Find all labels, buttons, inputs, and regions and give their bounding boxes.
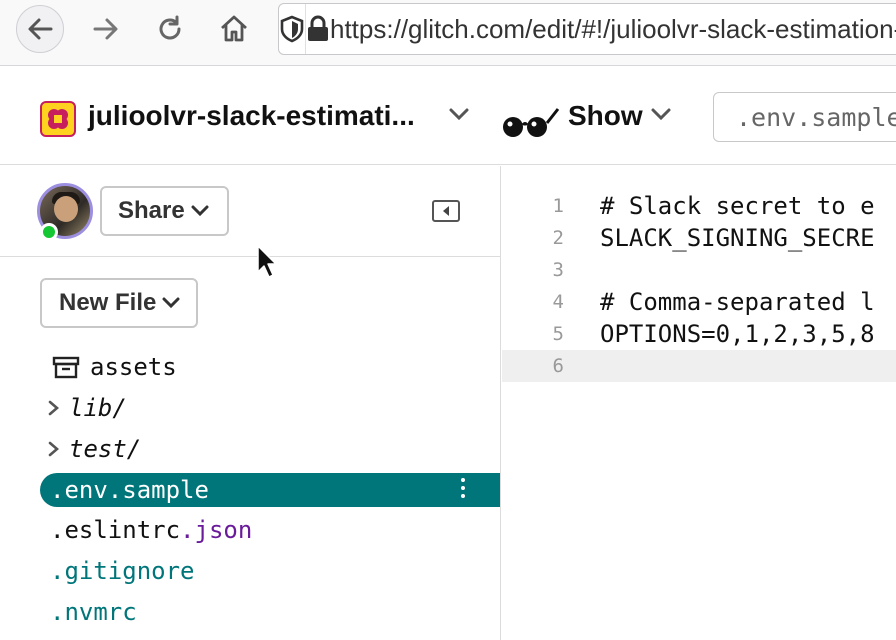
reload-button[interactable] [146, 5, 194, 53]
file-tree-item-eslintrc[interactable]: .eslintrc .json [40, 513, 500, 547]
more-options-icon[interactable] [461, 478, 465, 498]
divider [0, 256, 500, 257]
url-text: https://glitch.com/edit/#!/julioolvr-sla… [330, 13, 896, 44]
show-button[interactable]: Show [568, 100, 643, 132]
file-tree-item-gitignore[interactable]: .gitignore [40, 554, 500, 588]
sunglasses-icon[interactable] [500, 105, 560, 141]
line-number: 5 [552, 323, 564, 345]
assets-box-icon [52, 356, 80, 379]
line-number: 6 [552, 355, 564, 377]
file-name: .nvmrc [50, 598, 137, 626]
tracking-protection-button[interactable] [279, 4, 306, 54]
address-bar[interactable]: https://glitch.com/edit/#!/julioolvr-sla… [278, 3, 896, 55]
code-line[interactable]: 5 OPTIONS=0,1,2,3,5,8 [502, 318, 896, 350]
collapse-sidebar-button[interactable] [432, 200, 460, 222]
reload-icon [159, 15, 181, 40]
back-button[interactable] [16, 5, 64, 53]
line-text: OPTIONS=0,1,2,3,5,8 [600, 320, 875, 348]
file-name: .env.sample [50, 476, 209, 504]
folder-name: test/ [69, 435, 142, 463]
chevron-down-icon[interactable] [448, 107, 470, 121]
code-line-active[interactable]: 6 [502, 350, 896, 382]
forward-arrow-icon [93, 18, 118, 40]
site-info-button[interactable] [306, 15, 330, 43]
file-name: .gitignore [50, 557, 195, 585]
mouse-pointer-icon [257, 245, 277, 278]
chevron-down-icon [191, 205, 209, 217]
project-name[interactable]: julioolvr-slack-estimati... [88, 100, 415, 132]
forward-button[interactable] [82, 5, 130, 53]
share-button[interactable]: Share [100, 186, 229, 236]
code-line[interactable]: 3 [502, 254, 896, 286]
file-name: .eslintrc [50, 516, 181, 544]
line-number: 3 [552, 259, 564, 281]
new-file-button[interactable]: New File [40, 278, 198, 328]
file-tree-item-nvmrc[interactable]: .nvmrc [40, 595, 500, 629]
folder-name: lib/ [69, 394, 127, 422]
chevron-down-icon[interactable] [650, 107, 672, 121]
home-icon [221, 15, 247, 42]
file-tree-item-env-sample[interactable]: .env.sample [40, 473, 500, 507]
line-number: 4 [552, 291, 564, 313]
code-line[interactable]: 4 # Comma-separated l [502, 286, 896, 318]
file-tree-item-lib[interactable]: lib/ [40, 391, 500, 425]
back-arrow-icon [28, 18, 53, 40]
code-line[interactable]: 2 SLACK_SIGNING_SECRE [502, 222, 896, 254]
tracking-shield-icon [280, 15, 304, 43]
file-extension: .json [180, 516, 253, 544]
file-tree-item-assets[interactable]: assets [40, 350, 500, 384]
file-tree-item-test[interactable]: test/ [40, 432, 500, 466]
online-status-indicator [40, 223, 58, 241]
collapse-sidebar-icon [443, 206, 449, 216]
lock-icon [308, 15, 328, 41]
glitch-logo-icon[interactable] [40, 101, 76, 137]
sidebar: Share New File assets lib/ test/ .env.sa… [0, 166, 501, 640]
code-editor[interactable]: 1 # Slack secret to e 2 SLACK_SIGNING_SE… [502, 166, 896, 640]
line-text: # Slack secret to e [600, 192, 875, 220]
browser-toolbar: https://glitch.com/edit/#!/julioolvr-sla… [0, 0, 896, 66]
folder-chevron-icon [48, 441, 59, 457]
current-file-field[interactable]: .env.sample [713, 92, 896, 142]
line-text: # Comma-separated l [600, 288, 875, 316]
line-text: SLACK_SIGNING_SECRE [600, 224, 875, 252]
share-label: Share [118, 197, 185, 224]
new-file-label: New File [59, 289, 157, 316]
file-name: assets [90, 353, 177, 381]
line-number: 2 [552, 227, 564, 249]
app-header: julioolvr-slack-estimati... Show .env.sa… [0, 67, 896, 165]
home-button[interactable] [210, 5, 258, 53]
code-line[interactable]: 1 # Slack secret to e [502, 190, 896, 222]
folder-chevron-icon [48, 400, 59, 416]
chevron-down-icon [162, 297, 180, 309]
line-number: 1 [552, 195, 564, 217]
